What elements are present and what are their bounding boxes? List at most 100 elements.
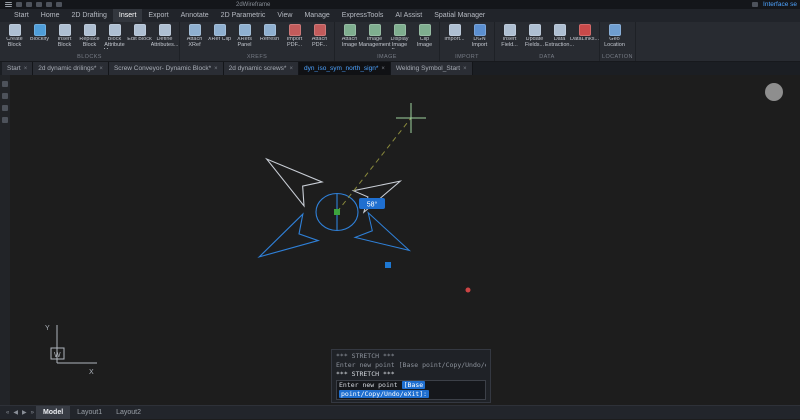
drawing-canvas[interactable]: 58° Y X W *** STRETCH *** Enter new point… (0, 75, 800, 405)
prev-tab-icon[interactable]: ◀ (11, 406, 20, 419)
north-symbol-block[interactable] (252, 147, 416, 270)
xref-clip-button[interactable]: XRef Clip (207, 23, 232, 53)
replace-block-icon (83, 24, 96, 36)
menu-tab-home[interactable]: Home (35, 9, 66, 22)
doc-tab-dyn-iso-sym-north-sign[interactable]: dyn_iso_sym_north_sign* × (298, 62, 391, 75)
geo-location-button[interactable]: Geo Location (602, 23, 627, 53)
settings-icon[interactable] (752, 2, 759, 7)
insert-block-icon (58, 24, 71, 36)
app-menu-icon[interactable] (5, 2, 12, 7)
insert-block-button[interactable]: Insert Block (52, 23, 77, 53)
data-extraction-button[interactable]: Data Extraction... (545, 23, 574, 53)
dgn-import-button[interactable]: DGN Import (467, 23, 492, 53)
close-tab-icon[interactable]: × (463, 66, 467, 72)
menu-tab-view[interactable]: View (271, 9, 298, 22)
import-pdf-icon (288, 24, 301, 36)
xrefs-panel-button[interactable]: XRefs Panel (232, 23, 257, 53)
close-tab-icon[interactable]: × (289, 66, 293, 72)
rubber-band-line (336, 117, 412, 213)
menu-tab-annotate[interactable]: Annotate (175, 9, 215, 22)
undo-icon[interactable] (46, 2, 52, 7)
import-button[interactable]: Import... (442, 23, 467, 53)
menu-tab-export[interactable]: Export (142, 9, 174, 22)
close-tab-icon[interactable]: × (214, 66, 218, 72)
doc-tab-screw-conveyor-dynamic-block[interactable]: Screw Conveyor- Dynamic Block* × (108, 62, 224, 75)
layout-tab-layout2[interactable]: Layout2 (109, 406, 148, 419)
image-management-icon (368, 24, 381, 36)
menu-tab-expresstools[interactable]: ExpressTools (336, 9, 390, 22)
panel-icon-4[interactable] (2, 117, 8, 123)
insert-field-button[interactable]: Insert Field... (497, 23, 522, 53)
attach-xref-button[interactable]: Attach XRef (182, 23, 207, 53)
menu-tab-ai-assist[interactable]: AI Assist (389, 9, 428, 22)
command-option-chip[interactable]: [Base (401, 381, 426, 389)
panel-icon-3[interactable] (2, 105, 8, 111)
edit-block-button[interactable]: Edit Block (127, 23, 152, 53)
xrefs-panel-icon (238, 24, 251, 36)
orbit-sphere[interactable] (765, 83, 783, 101)
insert-field-icon (503, 24, 516, 36)
crosshair-cursor (396, 103, 426, 133)
redo-icon[interactable] (56, 2, 62, 7)
create-block-button[interactable]: Create Block (2, 23, 27, 53)
open-icon[interactable] (26, 2, 32, 7)
panel-icon-2[interactable] (2, 93, 8, 99)
replace-block-button[interactable]: Replace Block (77, 23, 102, 53)
define-attributes-button[interactable]: Define Attributes... (151, 23, 178, 53)
document-tab-bar: Start × 2d dynamic drilings* × Screw Conveyo… (0, 62, 800, 75)
command-input[interactable]: Enter new point [Base point/Copy/Undo/eX… (336, 380, 486, 400)
command-history-line: Enter new point [Base point/Copy/Undo/eX… (336, 361, 486, 369)
close-tab-icon[interactable]: × (381, 66, 385, 72)
point-entity[interactable] (465, 287, 471, 293)
arrow-northwest[interactable] (258, 147, 324, 208)
attach-pdf-button[interactable]: Attach PDF... (307, 23, 332, 53)
display-image-frame-button[interactable]: Display Image Frame (387, 23, 412, 53)
doc-tab-label: dyn_iso_sym_north_sign* (303, 65, 379, 72)
doc-tab-start[interactable]: Start × (2, 62, 34, 75)
doc-tab-2d-dynamic-screws[interactable]: 2d dynamic screws* × (223, 62, 299, 75)
next-tab-icon[interactable]: ▶ (20, 406, 29, 419)
arrow-southeast[interactable] (353, 211, 416, 263)
interface-settings-link[interactable]: Interface se (763, 1, 797, 8)
doc-tab-welding-symbol-start[interactable]: Welding Symbol_Start × (390, 62, 473, 75)
layout-tab-layout1[interactable]: Layout1 (70, 406, 109, 419)
datalinks-button[interactable]: DataLinks... (570, 23, 599, 53)
image-management-button[interactable]: Image Management (358, 23, 391, 53)
refresh-button[interactable]: Refresh (257, 23, 282, 53)
new-drawing-icon[interactable] (16, 2, 22, 7)
menu-tab-2d-parametric[interactable]: 2D Parametric (215, 9, 272, 22)
command-options-chip[interactable]: point/Copy/Undo/eXit]: (339, 390, 430, 398)
update-fields-button[interactable]: Update Fields... (522, 23, 547, 53)
panel-icon-1[interactable] (2, 81, 8, 87)
cold-grip[interactable] (385, 262, 391, 268)
last-tab-icon[interactable]: » (29, 406, 36, 419)
import-pdf-button[interactable]: Import PDF... (282, 23, 307, 53)
blockify-button[interactable]: Blockify (27, 23, 52, 53)
menu-tab-start[interactable]: Start (8, 9, 35, 22)
first-tab-icon[interactable]: « (4, 406, 11, 419)
ucs-x-label: X (89, 369, 94, 376)
close-tab-icon[interactable]: × (24, 66, 28, 72)
menubar: Start Home 2D Drafting Insert Export Annotate… (0, 9, 800, 22)
command-line-window[interactable]: *** STRETCH *** Enter new point [Base poi… (331, 349, 491, 403)
clip-image-button[interactable]: Clip Image (412, 23, 437, 53)
doc-tab-2d-dynamic-drilings[interactable]: 2d dynamic drilings* × (33, 62, 109, 75)
ucs-icon: Y X W (45, 325, 97, 376)
save-icon[interactable] (36, 2, 42, 7)
ribbon-button-label: Geo Location (604, 37, 625, 48)
titlebar: 2dWireframe Interface se (0, 0, 800, 9)
datalinks-icon (578, 24, 591, 36)
menu-tab-manage[interactable]: Manage (298, 9, 335, 22)
hot-grip[interactable] (334, 209, 340, 215)
layout-tab-model[interactable]: Model (35, 406, 71, 419)
menu-tab-insert[interactable]: Insert (112, 9, 143, 22)
ribbon-button-label: Insert Block (57, 37, 72, 48)
close-tab-icon[interactable]: × (99, 66, 103, 72)
viewport-style-label[interactable]: 2dWireframe (236, 2, 270, 8)
menu-tab-spatial-manager[interactable]: Spatial Manager (428, 9, 491, 22)
block-attribute-manager-button[interactable]: Block Attribute Manager (102, 23, 127, 53)
arrow-southwest[interactable] (252, 212, 321, 270)
menu-tab-2d-drafting[interactable]: 2D Drafting (65, 9, 112, 22)
ribbon-group-blocks: Create Block Blockify Insert Block Replace … (0, 22, 180, 61)
ribbon-group-label: LOCATION (602, 54, 633, 60)
